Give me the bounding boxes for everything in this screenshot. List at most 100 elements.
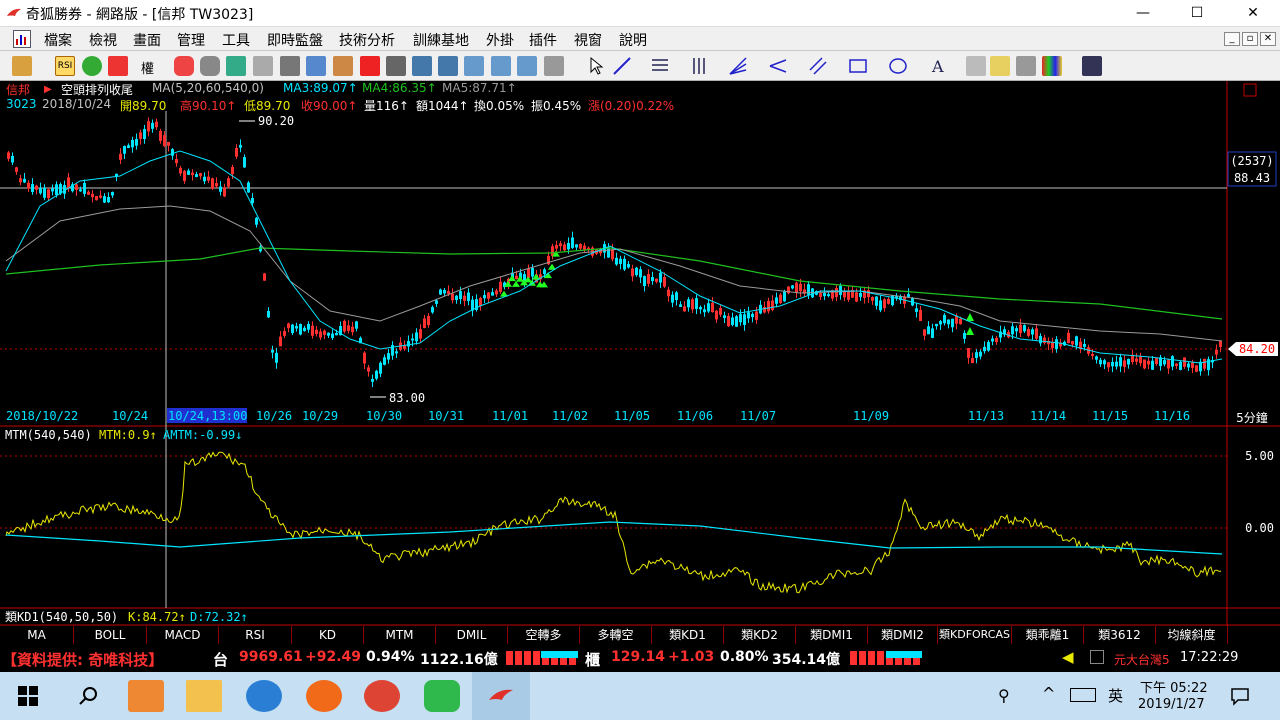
close-button[interactable]: ✕ <box>1230 0 1276 27</box>
file-explorer-icon[interactable] <box>186 680 222 712</box>
pen-icon[interactable] <box>386 56 406 76</box>
ime-indicator[interactable]: 英 <box>1108 685 1123 706</box>
menu-monitor[interactable]: 即時監盤 <box>267 30 323 50</box>
save-icon[interactable] <box>1082 56 1102 76</box>
glasses-icon[interactable] <box>200 56 220 76</box>
tab-long-to-short[interactable]: 多轉空 <box>580 626 652 644</box>
menu-view[interactable]: 檢視 <box>89 30 117 50</box>
tab-boll[interactable]: BOLL <box>74 626 147 644</box>
mdi-close-button[interactable]: ✕ <box>1260 32 1276 46</box>
notification-center-icon[interactable] <box>1230 686 1250 706</box>
menu-help[interactable]: 說明 <box>619 30 647 50</box>
tab-deviation1[interactable]: 類乖離1 <box>1012 626 1084 644</box>
book-icon[interactable] <box>280 56 300 76</box>
internet-explorer-icon[interactable] <box>246 680 282 712</box>
eraser-icon[interactable] <box>990 56 1010 76</box>
speaker-icon[interactable]: ◀ <box>1062 648 1074 666</box>
taskbar-time[interactable]: 下午 05:22 <box>1140 677 1208 696</box>
panel-config-icon[interactable] <box>1243 83 1257 97</box>
menu-training[interactable]: 訓練基地 <box>413 30 469 50</box>
window-icon[interactable] <box>464 56 484 76</box>
arrows-icon[interactable] <box>108 56 128 76</box>
people-icon[interactable]: ⚲ <box>998 686 1010 705</box>
open-folder-icon[interactable] <box>12 56 32 76</box>
minimize-button[interactable]: — <box>1120 0 1166 27</box>
grid-icon[interactable] <box>491 56 511 76</box>
clock: 17:22:29 <box>1180 650 1239 665</box>
media-player-icon[interactable] <box>128 680 164 712</box>
line-chart-icon[interactable] <box>544 56 564 76</box>
mdi-minimize-button[interactable]: _ <box>1224 32 1240 46</box>
candle-body <box>87 191 90 195</box>
tab-ma[interactable]: MA <box>0 626 74 644</box>
weight-button[interactable]: 權 <box>141 58 154 77</box>
date-label: 10/30 <box>366 409 402 423</box>
chrome-icon[interactable] <box>364 680 400 712</box>
pitchfork-icon[interactable] <box>768 56 788 76</box>
tab-rsi[interactable]: RSI <box>219 626 292 644</box>
tab-kd[interactable]: KD <box>292 626 364 644</box>
copy-icon[interactable] <box>253 56 273 76</box>
tab-3612[interactable]: 類3612 <box>1084 626 1156 644</box>
fox-app-taskbar-item[interactable] <box>472 672 530 720</box>
settings-icon[interactable] <box>333 56 353 76</box>
maximize-button[interactable]: ☐ <box>1174 0 1220 27</box>
tab-dmi2[interactable]: 類DMI2 <box>868 626 938 644</box>
signal-icon[interactable] <box>174 56 194 76</box>
lock-icon[interactable] <box>1016 56 1036 76</box>
tab-mtm[interactable]: MTM <box>364 626 436 644</box>
firefox-icon[interactable] <box>306 680 342 712</box>
chart-area[interactable]: 信邦 ▶ 空頭排列收尾 MA(5,20,60,540,0) MA3:89.07↑… <box>0 81 1280 626</box>
search-icon[interactable] <box>78 685 100 707</box>
candle-body <box>7 152 10 159</box>
search-icon[interactable] <box>306 56 326 76</box>
text-tool-icon[interactable]: A <box>928 56 948 76</box>
duplicate-icon[interactable] <box>966 56 986 76</box>
layout-rows-icon[interactable] <box>412 56 432 76</box>
rectangle-icon[interactable] <box>848 56 868 76</box>
taskbar-date[interactable]: 2019/1/27 <box>1138 697 1205 712</box>
cursor-icon[interactable] <box>586 56 606 76</box>
layout-cols-icon[interactable] <box>438 56 458 76</box>
tab-kd1[interactable]: 類KD1 <box>652 626 724 644</box>
menu-file[interactable]: 檔案 <box>44 30 72 50</box>
alert-icon[interactable] <box>360 56 380 76</box>
stock-chart[interactable]: 90.20 83.00 (2537) 88.43 84.20 5.00 0.00… <box>0 81 1280 626</box>
channel-icon[interactable] <box>808 56 828 76</box>
tray-expand-icon[interactable]: ^ <box>1042 684 1055 703</box>
candle-body <box>775 297 778 304</box>
tab-dmil[interactable]: DMIL <box>436 626 508 644</box>
menu-plugin-ext[interactable]: 外掛 <box>486 30 514 50</box>
trendline-icon[interactable] <box>612 56 632 76</box>
menu-addons[interactable]: 插件 <box>529 30 557 50</box>
candle-body <box>123 145 126 154</box>
rsi-button[interactable]: RSI <box>55 56 75 76</box>
fibonacci-icon[interactable] <box>650 56 670 76</box>
menu-manage[interactable]: 管理 <box>177 30 205 50</box>
ellipse-icon[interactable] <box>888 56 908 76</box>
tab-kd2[interactable]: 類KD2 <box>724 626 796 644</box>
tab-macd[interactable]: MACD <box>147 626 219 644</box>
menu-technical[interactable]: 技術分析 <box>339 30 395 50</box>
fan-icon[interactable] <box>728 56 748 76</box>
tab-ma-slope[interactable]: 均線斜度 <box>1156 626 1228 644</box>
vertical-lines-icon[interactable] <box>690 56 710 76</box>
line-app-icon[interactable] <box>424 680 460 712</box>
menu-tools[interactable]: 工具 <box>222 30 250 50</box>
notification-icon[interactable] <box>1090 650 1104 664</box>
windows-start-icon[interactable] <box>18 686 38 706</box>
stats-icon[interactable] <box>226 56 246 76</box>
toolbar: RSI 權 A <box>0 51 1280 81</box>
menu-screen[interactable]: 畫面 <box>133 30 161 50</box>
timeframe-label[interactable]: 5分鐘 <box>1236 410 1268 425</box>
keyboard-icon[interactable] <box>1070 688 1096 702</box>
mdi-restore-button[interactable]: ▫ <box>1242 32 1258 46</box>
tab-kdforcas[interactable]: 類KDFORCAS <box>938 626 1012 644</box>
color-palette-icon[interactable] <box>1042 56 1062 76</box>
tab-dmi1[interactable]: 類DMI1 <box>796 626 868 644</box>
panel-icon[interactable] <box>517 56 537 76</box>
app-chart-icon[interactable] <box>13 30 31 48</box>
tab-short-to-long[interactable]: 空轉多 <box>508 626 580 644</box>
zoom-in-icon[interactable] <box>82 56 102 76</box>
menu-window[interactable]: 視窗 <box>574 30 602 50</box>
